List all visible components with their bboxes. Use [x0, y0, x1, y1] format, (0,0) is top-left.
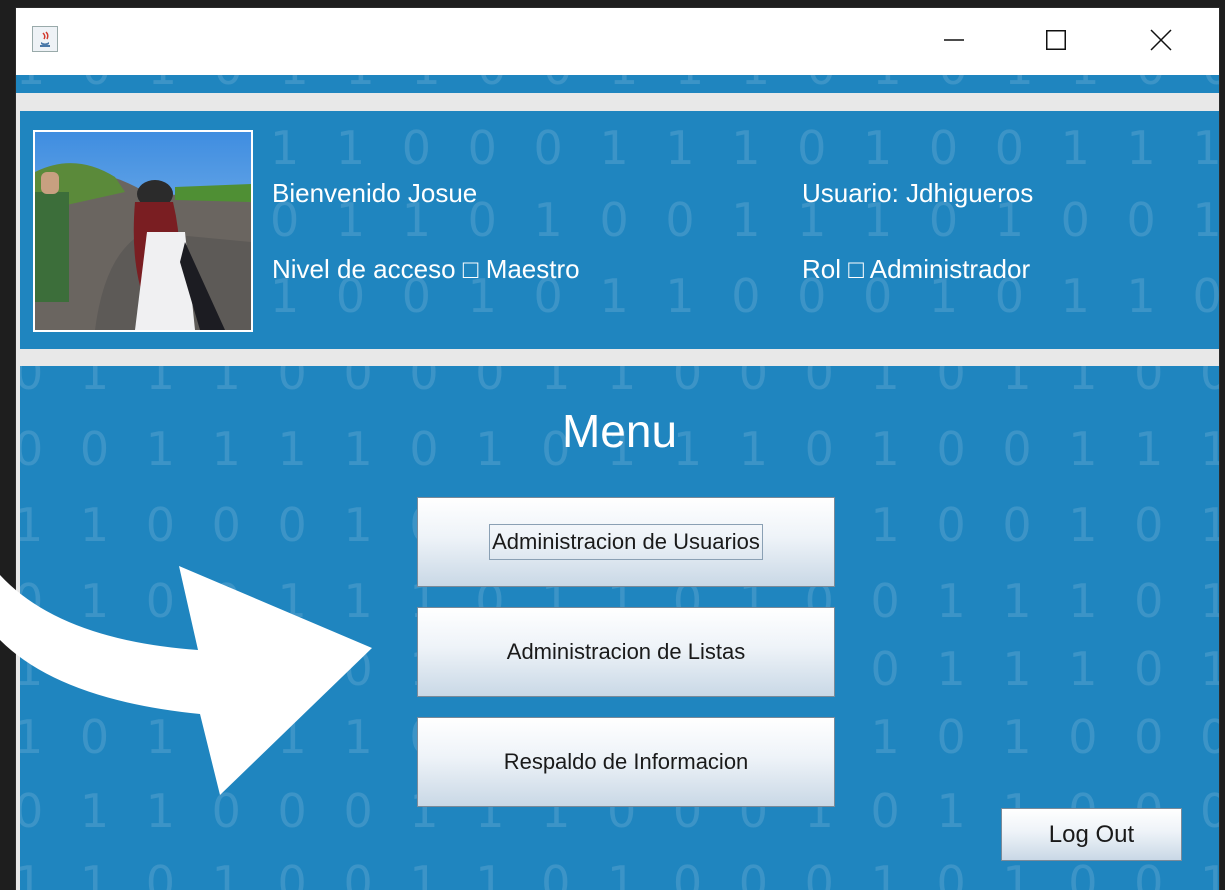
backup-button-label: Respaldo de Informacion: [503, 749, 749, 774]
maximize-button[interactable]: [1033, 20, 1079, 60]
menu-panel: 0 1 1 1 0 0 0 0 1 1 0 0 0 1 0 1 1 0 0 0 …: [20, 366, 1219, 890]
background-binary: 0 1 1 1 0 0 0 0 1 1 0 0 0 1 0 1 1 0 0 0 …: [20, 366, 1219, 400]
application-window: 1 0 1 0 1 1 1 0 0 1 1 1 0 1 0 1 1 0 0 1 …: [16, 8, 1219, 890]
background-binary: 1 1 0 1 0 0 1 1 0 1 0 0 0 1 0 1 0 0 1 1 …: [20, 856, 1219, 890]
background-binary: 1 0 1 0 1 1 1 0 0 1 1 1 0 1 0 1 1 0 0 1 …: [16, 75, 1219, 93]
menu-title: Menu: [561, 405, 678, 457]
access-level-label: Nivel de acceso □ Maestro: [272, 254, 580, 284]
user-admin-button-label: Administracion de Usuarios: [489, 524, 763, 560]
username-label: Usuario: Jdhigueros: [802, 178, 1034, 208]
list-admin-button-label: Administracion de Listas: [506, 639, 746, 664]
logout-button[interactable]: Log Out: [1001, 808, 1182, 861]
backup-button[interactable]: Respaldo de Informacion: [417, 717, 835, 807]
user-avatar: [33, 130, 253, 332]
java-app-icon[interactable]: [32, 26, 58, 52]
top-banner-strip: 1 0 1 0 1 1 1 0 0 1 1 1 0 1 0 1 1 0 0 1 …: [16, 75, 1219, 93]
maximize-icon: [1046, 30, 1066, 50]
close-button[interactable]: [1138, 20, 1184, 60]
title-bar: [16, 8, 1219, 75]
minimize-button[interactable]: [931, 20, 977, 60]
user-info-panel: 1 1 0 0 0 1 1 1 0 1 0 0 1 1 1 0 1 0 0 1 …: [20, 111, 1219, 349]
logout-button-label: Log Out: [1048, 820, 1135, 848]
list-admin-button[interactable]: Administracion de Listas: [417, 607, 835, 697]
welcome-label: Bienvenido Josue: [272, 178, 478, 208]
role-label: Rol □ Administrador: [802, 254, 1031, 284]
background-binary: 1 1 0 0 0 1 1 1 0 1 0 0 1 1 1 0 1 0 0 1: [270, 121, 1219, 175]
minimize-icon: [944, 39, 964, 41]
close-icon: [1150, 29, 1172, 51]
user-admin-button[interactable]: Administracion de Usuarios: [417, 497, 835, 587]
